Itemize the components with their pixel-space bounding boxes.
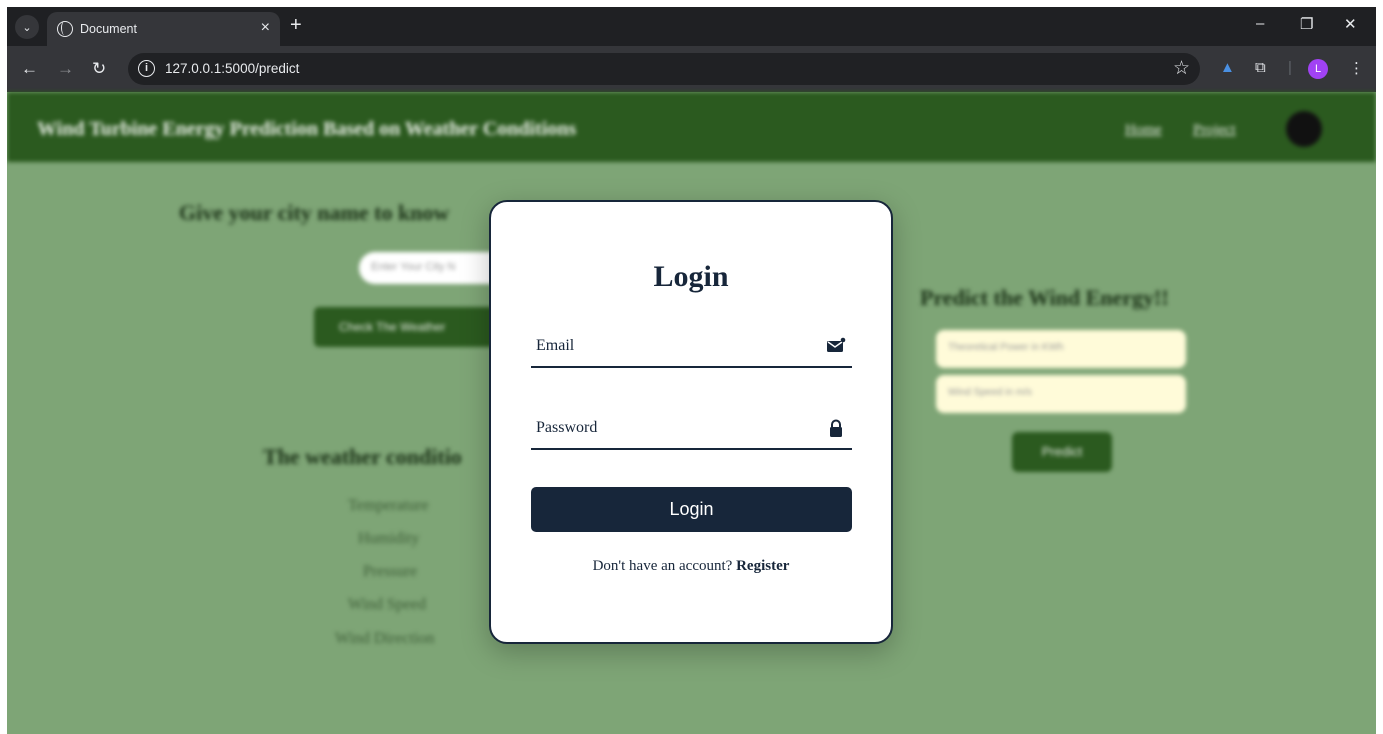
check-weather-button[interactable]: Check The Weather	[314, 307, 514, 347]
globe-icon	[57, 21, 73, 37]
site-navbar: Wind Turbine Energy Prediction Based on …	[7, 92, 1376, 162]
extension-icon[interactable]: ▲	[1220, 59, 1235, 76]
forward-arrow-icon[interactable]: →	[57, 59, 74, 79]
login-button[interactable]: Login	[531, 487, 852, 532]
new-tab-button[interactable]: +	[290, 14, 302, 37]
login-modal: Login Login Don't have an account? Regis…	[489, 200, 893, 644]
restore-button[interactable]: ❐	[1300, 15, 1313, 33]
toolbar-divider: |	[1288, 59, 1292, 76]
weather-item: Pressure	[363, 563, 418, 580]
tab-search-button[interactable]: ⌄	[15, 15, 39, 39]
predict-heading: Predict the Wind Energy!!	[920, 285, 1169, 310]
site-info-icon[interactable]: i	[138, 60, 155, 77]
toolbar: ← → ↻ i 127.0.0.1:5000/predict ☆ ▲ ⧉ | L…	[7, 46, 1376, 92]
register-link[interactable]: Register	[736, 558, 789, 574]
close-window-button[interactable]: ✕	[1344, 15, 1357, 33]
predict-button[interactable]: Predict	[1012, 432, 1112, 472]
browser-window: ⌄ Document × + – ❐ ✕ ← → ↻ i 127.0.0.1:5…	[7, 7, 1376, 734]
tab-strip: ⌄ Document × + – ❐ ✕	[7, 7, 1376, 46]
puzzle-icon[interactable]: ⧉	[1255, 59, 1266, 76]
menu-kebab-icon[interactable]: ⋮	[1349, 59, 1364, 77]
weather-item: Wind Speed	[348, 596, 427, 613]
lock-icon	[830, 419, 842, 437]
wind-speed-input[interactable]: Wind Speed in m/s	[936, 375, 1186, 413]
tab-title: Document	[80, 22, 137, 36]
bookmark-star-icon[interactable]: ☆	[1173, 57, 1190, 80]
profile-avatar[interactable]: L	[1308, 59, 1328, 79]
login-title: Login	[653, 260, 729, 293]
password-field-wrapper	[531, 410, 852, 450]
back-arrow-icon[interactable]: ←	[21, 59, 38, 79]
password-field[interactable]	[531, 410, 811, 446]
weather-item: Wind Direction	[335, 630, 435, 647]
nav-project-link[interactable]: Project	[1193, 122, 1236, 139]
reload-icon[interactable]: ↻	[92, 59, 106, 79]
nav-home-link[interactable]: Home	[1125, 122, 1162, 139]
url-text[interactable]: 127.0.0.1:5000/predict	[165, 61, 299, 76]
site-title: Wind Turbine Energy Prediction Based on …	[37, 118, 577, 140]
register-line: Don't have an account? Register	[491, 558, 891, 575]
theoretical-power-input[interactable]: Theoretical Power in KWh	[936, 330, 1186, 368]
register-prompt: Don't have an account?	[592, 558, 737, 574]
weather-item: Temperature	[348, 497, 429, 514]
browser-tab[interactable]: Document ×	[47, 12, 280, 46]
email-field-wrapper	[531, 328, 852, 368]
tab-close-icon[interactable]: ×	[261, 19, 270, 37]
weather-heading: The weather conditio	[263, 444, 462, 469]
minimize-button[interactable]: –	[1256, 15, 1264, 32]
user-avatar-icon[interactable]	[1286, 111, 1322, 147]
envelope-icon	[827, 337, 846, 352]
address-bar[interactable]: i 127.0.0.1:5000/predict ☆	[128, 53, 1200, 85]
weather-item: Humidity	[358, 530, 420, 547]
email-field[interactable]	[531, 328, 811, 364]
city-heading: Give your city name to know	[179, 200, 450, 225]
